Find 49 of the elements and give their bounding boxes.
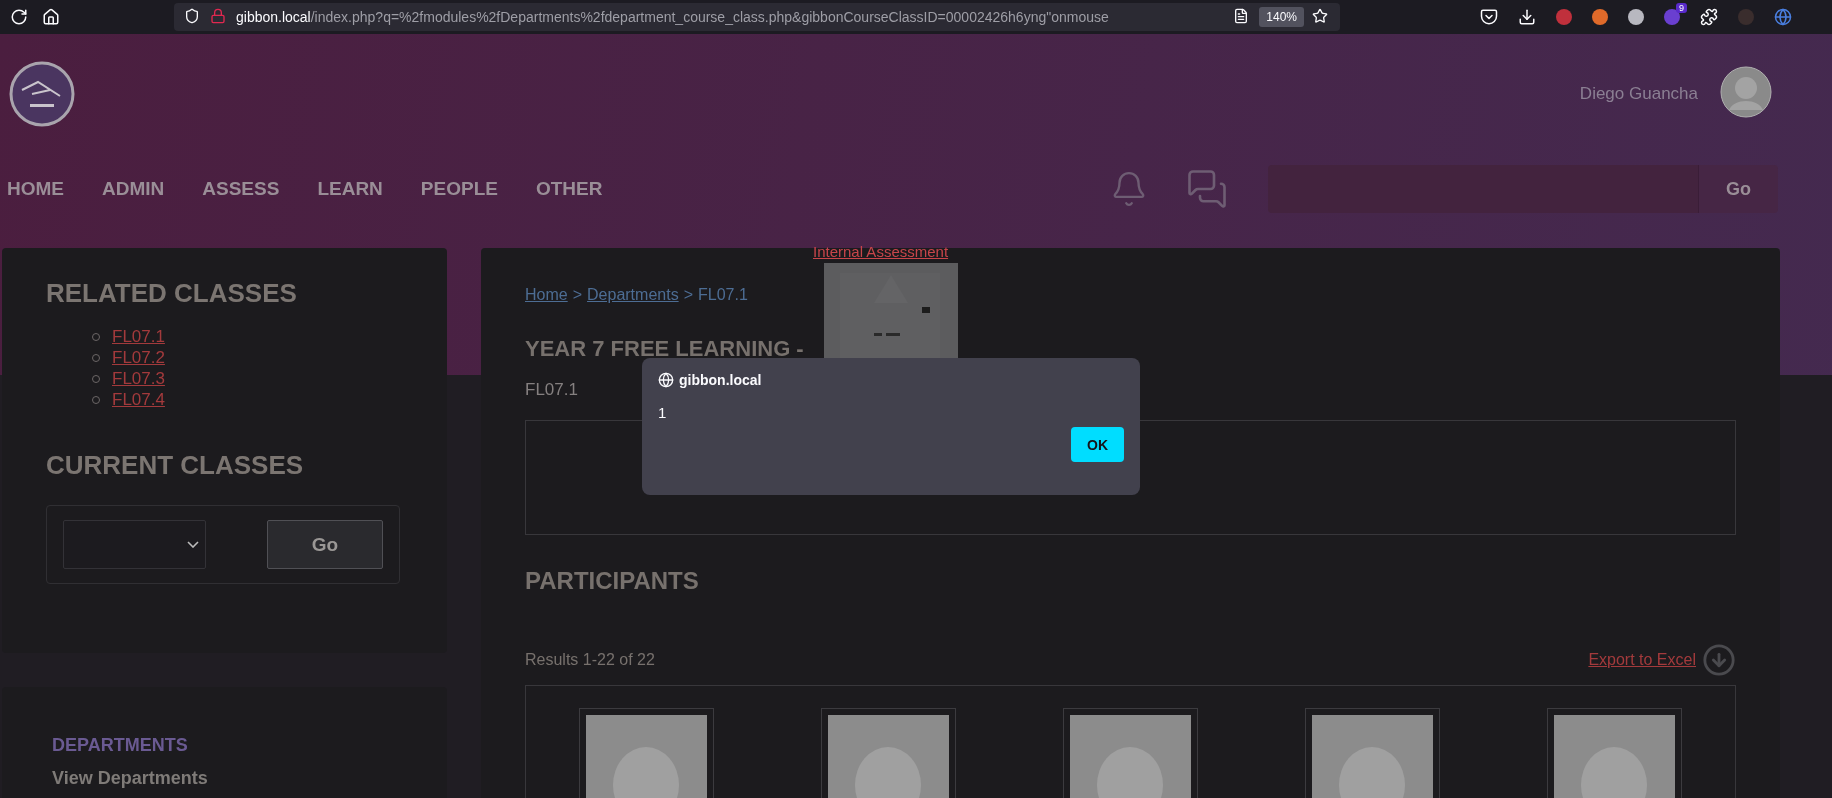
breadcrumb-link[interactable]: Departments bbox=[587, 286, 679, 304]
puzzle-icon[interactable] bbox=[1700, 8, 1718, 26]
nav-item[interactable]: ASSESS bbox=[202, 178, 280, 200]
breadcrumb-separator: > bbox=[683, 286, 693, 304]
section-heading: PARTICIPANTS bbox=[525, 567, 700, 595]
nav-item[interactable]: HOME bbox=[7, 178, 64, 200]
alert-message: 1 bbox=[658, 404, 668, 421]
download-icon[interactable] bbox=[1518, 8, 1536, 26]
go-button[interactable]: Go bbox=[267, 520, 383, 569]
export-link[interactable]: Export to Excel bbox=[1588, 651, 1696, 669]
reload-icon[interactable] bbox=[10, 8, 28, 26]
section-heading: RELATED CLASSES bbox=[46, 278, 298, 309]
extension-icon[interactable] bbox=[1628, 9, 1644, 25]
nav-item[interactable]: LEARN bbox=[317, 178, 383, 200]
alert-origin: gibbon.local bbox=[679, 372, 762, 388]
nav-item[interactable]: ADMIN bbox=[102, 178, 165, 200]
class-link[interactable]: FL07.3 bbox=[112, 369, 165, 389]
extension-icon[interactable] bbox=[1592, 9, 1608, 25]
nav-item[interactable]: PEOPLE bbox=[420, 178, 498, 200]
breadcrumb-link[interactable]: Home bbox=[525, 286, 568, 304]
breadcrumb-separator: > bbox=[572, 286, 583, 304]
nav-item[interactable]: OTHER bbox=[535, 178, 603, 200]
class-code: FL07.1 bbox=[525, 380, 578, 400]
class-link[interactable]: FL07.2 bbox=[112, 348, 165, 368]
zoom-badge[interactable]: 140% bbox=[1259, 7, 1304, 27]
star-icon[interactable] bbox=[1312, 8, 1330, 26]
count-badge: 9 bbox=[1676, 3, 1687, 13]
globe-icon[interactable] bbox=[1774, 8, 1792, 26]
globe-icon bbox=[658, 372, 674, 388]
page-title: YEAR 7 FREE LEARNING - bbox=[525, 336, 804, 362]
section-heading: CURRENT CLASSES bbox=[46, 450, 305, 481]
user-name: Diego Guancha bbox=[1579, 84, 1698, 104]
class-link[interactable]: FL07.4 bbox=[112, 390, 165, 410]
url-text: gibbon.local/index.php?q=%2fmodules%2fDepartments%2fdepartment_course_class.php&gibbonCourseClassID=00002426h6yng"onmouse bbox=[236, 9, 1110, 25]
logo-icon[interactable] bbox=[8, 60, 76, 128]
menu-heading: DEPARTMENTS bbox=[51, 735, 189, 756]
address-bar[interactable]: gibbon.local/index.php?q=%2fmodules%2fDepartments%2fdepartment_course_class.php&gibbonCourseClassID=00002426h6yng"onmouse 140% bbox=[174, 3, 1340, 31]
home-icon[interactable] bbox=[42, 8, 60, 26]
menu-link[interactable]: View Departments bbox=[46, 756, 403, 789]
chevron-icon bbox=[187, 541, 199, 548]
assessment-link[interactable]: Internal Assessment bbox=[813, 243, 949, 260]
user-avatar-icon[interactable] bbox=[1720, 66, 1772, 118]
class-link[interactable]: FL07.1 bbox=[112, 327, 165, 347]
results-count: Results 1-22 of 22 bbox=[525, 651, 655, 669]
ok-button[interactable]: OK bbox=[1071, 427, 1124, 462]
lock-icon bbox=[210, 8, 228, 26]
breadcrumb-current: FL07.1 bbox=[697, 286, 748, 304]
pocket-icon[interactable] bbox=[1480, 8, 1498, 26]
search-button[interactable]: Go bbox=[1698, 165, 1778, 213]
